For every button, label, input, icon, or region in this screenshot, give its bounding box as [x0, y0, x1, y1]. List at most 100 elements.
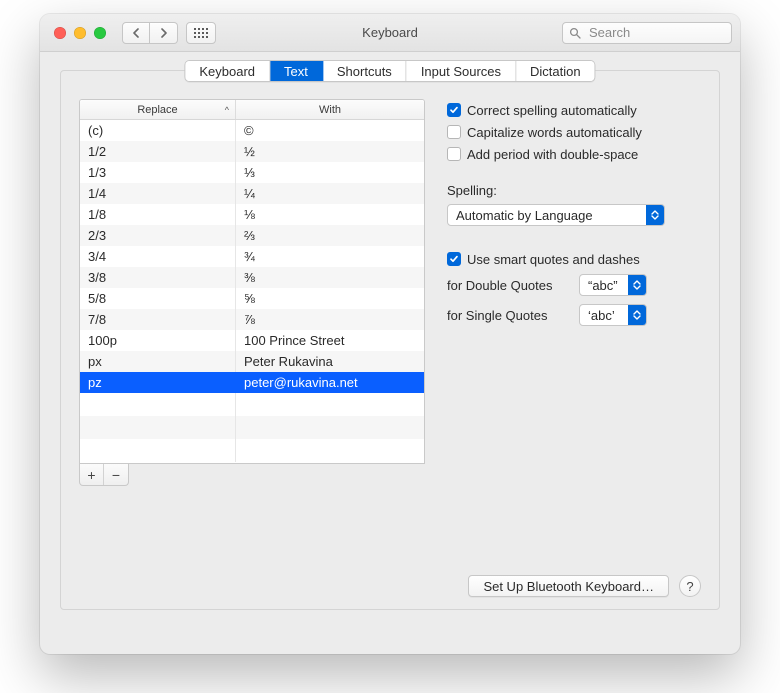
cell-replace: 100p	[80, 330, 236, 351]
add-period-checkbox[interactable]: Add period with double-space	[447, 143, 701, 165]
table-row[interactable]: 5/8⅝	[80, 288, 424, 309]
chevron-right-icon	[160, 28, 168, 38]
table-row[interactable]: 2/3⅔	[80, 225, 424, 246]
stepper-arrows-icon	[628, 305, 646, 325]
tab-label: Dictation	[530, 64, 581, 79]
double-quotes-popup[interactable]: “abc”	[579, 274, 647, 296]
cell-with: ¾	[236, 246, 424, 267]
checkbox-label: Use smart quotes and dashes	[467, 252, 640, 267]
table-row[interactable]: 7/8⅞	[80, 309, 424, 330]
table-header: Replace ^ With	[80, 100, 424, 120]
help-button[interactable]: ?	[679, 575, 701, 597]
remove-row-button[interactable]: −	[104, 464, 128, 485]
table-row[interactable]: 1/8⅛	[80, 204, 424, 225]
column-header-replace[interactable]: Replace ^	[80, 100, 236, 119]
tab-input-sources[interactable]: Input Sources	[407, 61, 516, 81]
tab-label: Shortcuts	[337, 64, 392, 79]
popup-value: ‘abc’	[588, 308, 615, 323]
cell-replace: 1/4	[80, 183, 236, 204]
stepper-arrows-icon	[646, 205, 664, 225]
tab-dictation[interactable]: Dictation	[516, 61, 595, 81]
inset-panel: Keyboard Text Shortcuts Input Sources Di…	[60, 70, 720, 610]
cell-with: ¼	[236, 183, 424, 204]
cell-replace: px	[80, 351, 236, 372]
help-icon: ?	[686, 579, 693, 594]
spelling-popup[interactable]: Automatic by Language	[447, 204, 665, 226]
table-row[interactable]: 1/3⅓	[80, 162, 424, 183]
table-row[interactable]: pzpeter@rukavina.net	[80, 372, 424, 393]
cell-with: 100 Prince Street	[236, 330, 424, 351]
cell-replace: pz	[80, 372, 236, 393]
cell-replace: 3/4	[80, 246, 236, 267]
search-input[interactable]	[587, 24, 725, 41]
tab-label: Text	[284, 64, 308, 79]
tab-keyboard[interactable]: Keyboard	[185, 61, 270, 81]
minus-icon: −	[112, 467, 120, 483]
tab-label: Keyboard	[199, 64, 255, 79]
cell-with: ⅓	[236, 162, 424, 183]
search-field[interactable]	[562, 22, 732, 44]
table-row[interactable]: (c)©	[80, 120, 424, 141]
cell-with: ⅝	[236, 288, 424, 309]
header-label: Replace	[137, 104, 177, 116]
cell-replace: 5/8	[80, 288, 236, 309]
close-window-button[interactable]	[54, 27, 66, 39]
cell-with: ⅜	[236, 267, 424, 288]
stepper-arrows-icon	[628, 275, 646, 295]
checkbox-label: Add period with double-space	[467, 147, 638, 162]
add-remove-controls: + −	[79, 464, 129, 486]
show-all-button[interactable]	[186, 22, 216, 44]
correct-spelling-checkbox[interactable]: Correct spelling automatically	[447, 99, 701, 121]
zoom-window-button[interactable]	[94, 27, 106, 39]
tab-bar: Keyboard Text Shortcuts Input Sources Di…	[184, 60, 595, 82]
smart-quotes-checkbox[interactable]: Use smart quotes and dashes	[447, 248, 701, 270]
minimize-window-button[interactable]	[74, 27, 86, 39]
cell-with: ⅔	[236, 225, 424, 246]
table-empty-area	[80, 393, 424, 463]
table-row[interactable]: 1/4¼	[80, 183, 424, 204]
checkbox-icon	[447, 252, 461, 266]
cell-with: peter@rukavina.net	[236, 372, 424, 393]
cell-with: ½	[236, 141, 424, 162]
substitutions-area: Replace ^ With (c)©1/2½1/3⅓1/4¼1/8⅛2/3⅔3…	[79, 99, 425, 486]
table-row[interactable]: 1/2½	[80, 141, 424, 162]
cell-replace: 2/3	[80, 225, 236, 246]
cell-replace: 3/8	[80, 267, 236, 288]
table-row[interactable]: 3/4¾	[80, 246, 424, 267]
titlebar: Keyboard	[40, 14, 740, 52]
substitutions-table[interactable]: Replace ^ With (c)©1/2½1/3⅓1/4¼1/8⅛2/3⅔3…	[79, 99, 425, 464]
plus-icon: +	[87, 467, 95, 483]
sort-indicator-icon: ^	[225, 105, 229, 115]
table-row[interactable]: 3/8⅜	[80, 267, 424, 288]
checkbox-icon	[447, 103, 461, 117]
single-quotes-popup[interactable]: ‘abc’	[579, 304, 647, 326]
cell-with: Peter Rukavina	[236, 351, 424, 372]
content-area: Keyboard Text Shortcuts Input Sources Di…	[40, 52, 740, 654]
cell-with: ⅛	[236, 204, 424, 225]
spelling-label: Spelling:	[447, 183, 701, 198]
header-label: With	[319, 104, 341, 116]
popup-value: “abc”	[588, 278, 618, 293]
add-row-button[interactable]: +	[80, 464, 104, 485]
chevron-left-icon	[132, 28, 140, 38]
cell-with: ⅞	[236, 309, 424, 330]
cell-replace: 1/2	[80, 141, 236, 162]
capitalize-words-checkbox[interactable]: Capitalize words automatically	[447, 121, 701, 143]
nav-back-forward	[122, 22, 178, 44]
footer: Set Up Bluetooth Keyboard… ?	[61, 575, 719, 597]
button-label: Set Up Bluetooth Keyboard…	[483, 579, 654, 594]
checkbox-label: Correct spelling automatically	[467, 103, 637, 118]
preferences-window: Keyboard Keyboard Text Shortcuts Input S…	[40, 14, 740, 654]
forward-button[interactable]	[150, 22, 178, 44]
cell-replace: (c)	[80, 120, 236, 141]
checkbox-label: Capitalize words automatically	[467, 125, 642, 140]
cell-replace: 7/8	[80, 309, 236, 330]
tab-shortcuts[interactable]: Shortcuts	[323, 61, 407, 81]
back-button[interactable]	[122, 22, 150, 44]
tab-text[interactable]: Text	[270, 61, 323, 81]
bluetooth-keyboard-button[interactable]: Set Up Bluetooth Keyboard…	[468, 575, 669, 597]
table-row[interactable]: pxPeter Rukavina	[80, 351, 424, 372]
table-row[interactable]: 100p100 Prince Street	[80, 330, 424, 351]
grid-icon	[194, 28, 208, 38]
column-header-with[interactable]: With	[236, 100, 424, 119]
